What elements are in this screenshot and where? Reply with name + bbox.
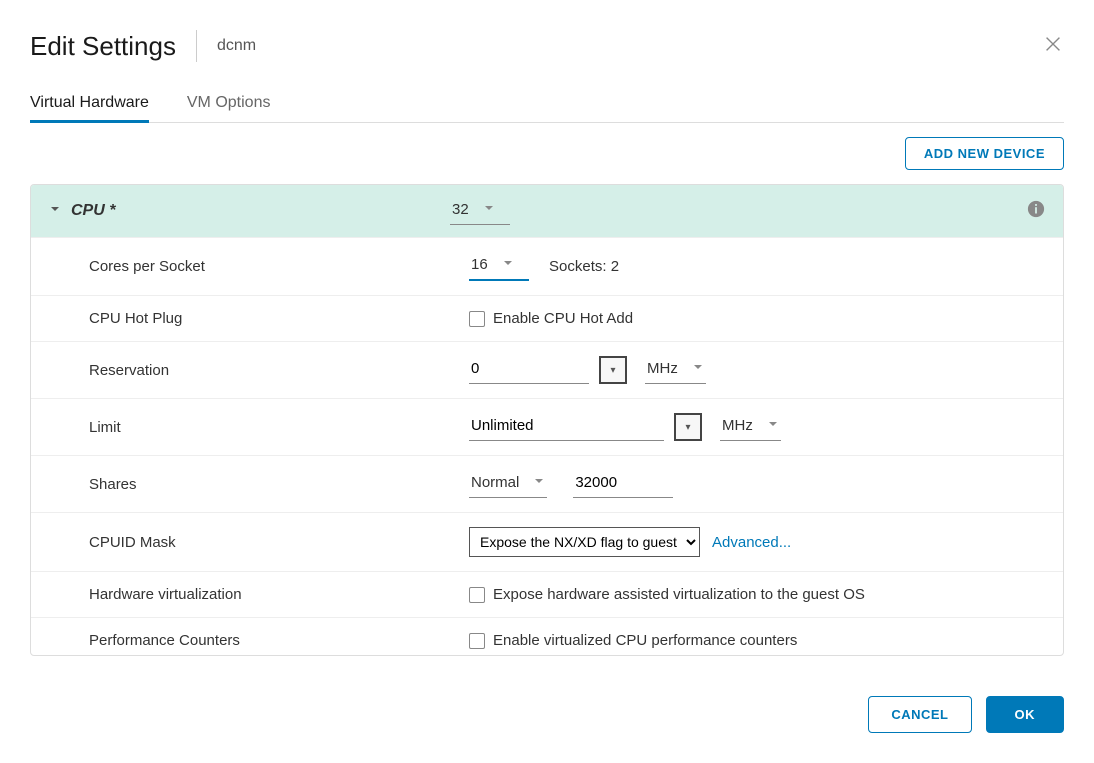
cpuid-mask-row: CPUID Mask Expose the NX/XD flag to gues…	[31, 512, 1063, 571]
tab-bar: Virtual Hardware VM Options	[30, 86, 1064, 123]
cpu-section-header[interactable]: CPU * 32	[31, 185, 1063, 237]
reservation-stepper[interactable]: ▾	[599, 356, 627, 384]
tab-virtual-hardware[interactable]: Virtual Hardware	[30, 86, 149, 123]
info-icon[interactable]	[1027, 200, 1045, 223]
enable-perf-counters-label: Enable virtualized CPU performance count…	[493, 632, 797, 649]
shares-value-input[interactable]	[573, 470, 673, 498]
close-icon[interactable]	[1042, 33, 1064, 60]
limit-unit-select[interactable]: MHz	[720, 413, 781, 441]
chevron-down-icon	[483, 201, 495, 218]
performance-counters-row: Performance Counters Enable virtualized …	[31, 617, 1063, 655]
cpu-section-label: CPU *	[71, 202, 115, 220]
enable-perf-counters-checkbox[interactable]	[469, 633, 485, 649]
limit-input[interactable]	[469, 413, 664, 441]
chevron-down-icon	[502, 256, 514, 273]
cpu-count-value: 32	[452, 201, 469, 218]
cpuid-advanced-link[interactable]: Advanced...	[712, 534, 791, 551]
chevron-down-icon: ▾	[610, 365, 615, 376]
cpu-hot-plug-row: CPU Hot Plug Enable CPU Hot Add	[31, 295, 1063, 341]
reservation-row: Reservation ▾ MHz	[31, 341, 1063, 398]
cpu-hot-plug-label: CPU Hot Plug	[49, 310, 469, 327]
shares-label: Shares	[49, 476, 469, 493]
cores-per-socket-label: Cores per Socket	[49, 258, 469, 275]
hardware-virtualization-label: Hardware virtualization	[49, 586, 469, 603]
add-new-device-button[interactable]: ADD NEW DEVICE	[905, 137, 1064, 170]
limit-label: Limit	[49, 419, 469, 436]
reservation-unit-value: MHz	[647, 360, 678, 377]
limit-row: Limit ▾ MHz	[31, 398, 1063, 455]
performance-counters-label: Performance Counters	[49, 632, 469, 649]
enable-cpu-hot-add-checkbox[interactable]	[469, 311, 485, 327]
reservation-label: Reservation	[49, 362, 469, 379]
cores-per-socket-value: 16	[471, 256, 488, 273]
cpu-count-select[interactable]: 32	[450, 197, 510, 225]
shares-row: Shares Normal	[31, 455, 1063, 512]
title-divider	[196, 30, 197, 62]
dialog-title: Edit Settings	[30, 31, 176, 62]
tab-vm-options[interactable]: VM Options	[187, 86, 271, 123]
shares-level-select[interactable]: Normal	[469, 470, 547, 498]
chevron-down-icon	[692, 360, 704, 377]
cores-per-socket-row: Cores per Socket 16 Sockets: 2	[31, 237, 1063, 295]
hardware-panel: CPU * 32 Cores per Socket 16 Sockets: 2	[30, 184, 1064, 656]
chevron-down-icon	[533, 474, 545, 491]
reservation-input[interactable]	[469, 356, 589, 384]
chevron-down-icon: ▾	[685, 422, 690, 433]
reservation-unit-select[interactable]: MHz	[645, 356, 706, 384]
ok-button[interactable]: OK	[986, 696, 1065, 733]
shares-level-value: Normal	[471, 474, 519, 491]
sockets-text: Sockets: 2	[549, 258, 619, 275]
expose-hwvirt-label: Expose hardware assisted virtualization …	[493, 586, 865, 603]
chevron-down-icon	[49, 202, 61, 220]
chevron-down-icon	[767, 417, 779, 434]
cores-per-socket-select[interactable]: 16	[469, 252, 529, 281]
cpuid-mask-label: CPUID Mask	[49, 534, 469, 551]
limit-unit-value: MHz	[722, 417, 753, 434]
cancel-button[interactable]: CANCEL	[868, 696, 971, 733]
vm-name: dcnm	[217, 37, 256, 55]
enable-cpu-hot-add-label: Enable CPU Hot Add	[493, 310, 633, 327]
cpuid-mask-select[interactable]: Expose the NX/XD flag to guest	[469, 527, 700, 557]
limit-stepper[interactable]: ▾	[674, 413, 702, 441]
hardware-virtualization-row: Hardware virtualization Expose hardware …	[31, 571, 1063, 617]
expose-hwvirt-checkbox[interactable]	[469, 587, 485, 603]
